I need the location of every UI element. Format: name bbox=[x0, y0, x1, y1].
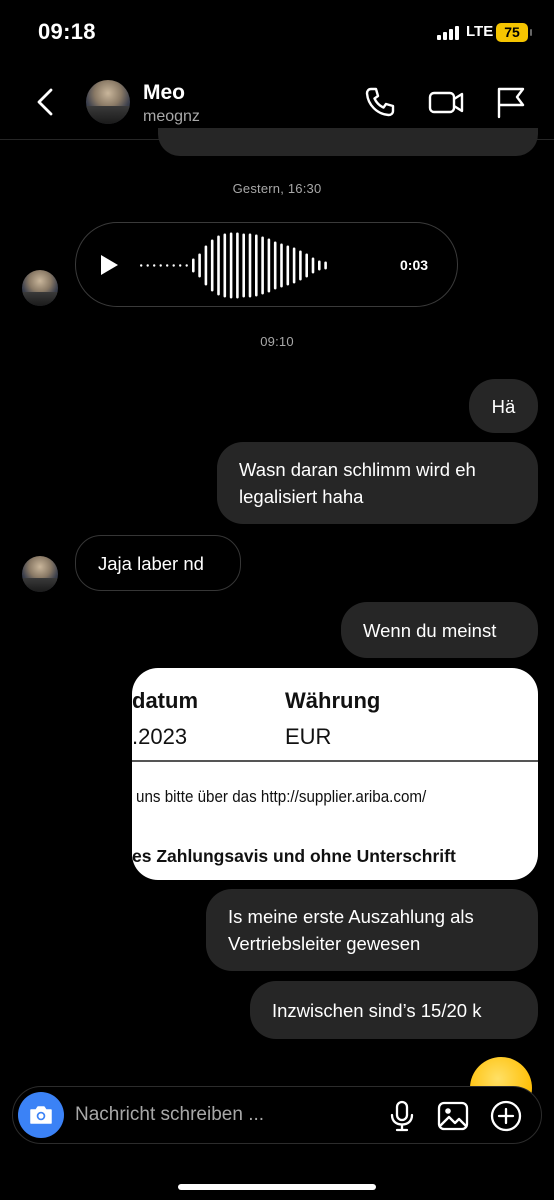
document-body-text: es Zahlungsavis und ohne Unterschrift bbox=[132, 846, 456, 866]
contact-name[interactable]: Meo bbox=[143, 81, 185, 105]
report-button[interactable] bbox=[494, 84, 530, 120]
message-composer bbox=[12, 1086, 542, 1144]
message-text: Inzwischen sind’s 15/20 k bbox=[272, 999, 482, 1021]
message-bubble-in[interactable]: Jaja laber nd bbox=[75, 535, 241, 591]
message-input[interactable] bbox=[75, 1102, 375, 1128]
back-button[interactable] bbox=[30, 84, 64, 120]
network-type: LTE bbox=[466, 23, 494, 40]
document-value-text: .2023 bbox=[132, 724, 188, 749]
message-bubble-out[interactable]: Wenn du meinst bbox=[341, 602, 538, 658]
video-icon bbox=[428, 91, 464, 114]
contact-handle[interactable]: meognz bbox=[143, 108, 200, 126]
microphone-icon bbox=[390, 1100, 414, 1132]
avatar[interactable] bbox=[86, 80, 130, 124]
image-attachment[interactable]: datum Währung .2023 EUR uns bitte über d… bbox=[132, 668, 538, 880]
flag-icon bbox=[497, 87, 525, 119]
message-bubble-out[interactable]: Inzwischen sind’s 15/20 k bbox=[250, 981, 538, 1039]
status-bar: 09:18 LTE 75 bbox=[0, 0, 554, 64]
document-header-text: datum bbox=[132, 688, 198, 713]
back-icon bbox=[37, 88, 53, 116]
message-text: Jaja laber nd bbox=[98, 552, 204, 574]
previous-message-bubble bbox=[158, 128, 538, 156]
message-text: Wasn daran schlimm wird eh legalisiert h… bbox=[239, 459, 476, 507]
camera-icon bbox=[30, 1106, 52, 1124]
waveform[interactable] bbox=[136, 223, 386, 308]
status-time: 09:18 bbox=[38, 19, 96, 44]
call-button[interactable] bbox=[362, 84, 398, 120]
signal-icon bbox=[437, 26, 463, 40]
timestamp: Gestern, 16:30 bbox=[232, 181, 322, 196]
message-text: Wenn du meinst bbox=[363, 619, 497, 641]
gallery-icon bbox=[437, 1101, 469, 1131]
voice-duration: 0:03 bbox=[400, 257, 429, 273]
message-bubble-out[interactable]: Is meine erste Auszahlung als Vertriebsl… bbox=[206, 889, 538, 971]
home-indicator bbox=[178, 1184, 376, 1190]
document-rule bbox=[132, 760, 538, 762]
phone-icon bbox=[365, 87, 395, 117]
battery-icon: 75 bbox=[496, 23, 532, 42]
message-text: Is meine erste Auszahlung als Vertriebsl… bbox=[228, 906, 474, 954]
gallery-button[interactable] bbox=[436, 1099, 470, 1133]
message-bubble-out[interactable]: Wasn daran schlimm wird eh legalisiert h… bbox=[217, 442, 538, 524]
message-bubble-out[interactable]: Hä bbox=[469, 379, 538, 433]
more-options-button[interactable] bbox=[489, 1099, 523, 1133]
add-icon bbox=[490, 1100, 522, 1132]
document-header-text: Währung bbox=[285, 688, 381, 713]
video-call-button[interactable] bbox=[427, 84, 464, 120]
voice-message-bubble[interactable]: 0:03 bbox=[75, 222, 458, 307]
message-text: Hä bbox=[491, 395, 516, 417]
document-body-text: uns bitte über das http://supplier.ariba… bbox=[136, 788, 427, 806]
voice-record-button[interactable] bbox=[385, 1099, 419, 1133]
sender-avatar[interactable] bbox=[22, 270, 58, 306]
camera-button[interactable] bbox=[18, 1092, 64, 1138]
sender-avatar[interactable] bbox=[22, 556, 58, 592]
document-value-text: EUR bbox=[285, 724, 332, 749]
play-icon[interactable] bbox=[98, 253, 120, 277]
timestamp: 09:10 bbox=[260, 334, 294, 349]
